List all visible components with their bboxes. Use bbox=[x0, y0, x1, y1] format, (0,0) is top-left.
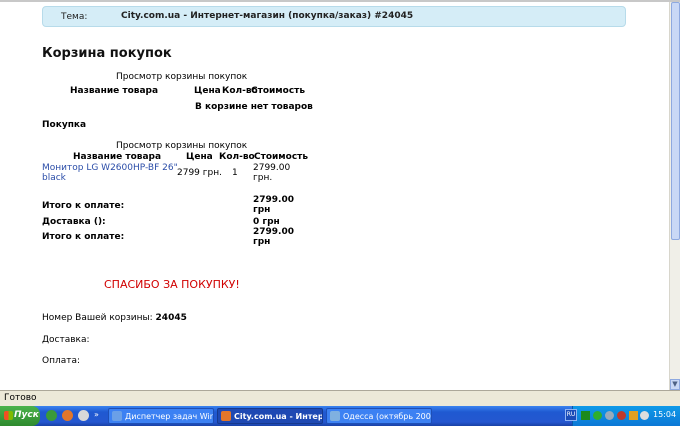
product-cost: 2799.00 грн. bbox=[253, 163, 290, 183]
quicklaunch-expand-icon[interactable]: » bbox=[94, 410, 99, 419]
cart1-header-cost: Стоимость bbox=[251, 86, 306, 96]
product-name-line1: Монитор LG W2600HP-BF 26" bbox=[42, 163, 178, 173]
taskbar-item-browser[interactable]: City.com.ua - Интерн... bbox=[217, 408, 323, 424]
taskbar-item-label: City.com.ua - Интерн... bbox=[234, 412, 322, 421]
scrollbar-thumb[interactable] bbox=[671, 2, 680, 240]
tray-app-icon[interactable] bbox=[581, 411, 590, 420]
section-label-purchase: Покупка bbox=[42, 120, 87, 130]
status-text: Готово bbox=[4, 393, 37, 403]
total-value-1-line1: 2799.00 bbox=[253, 195, 294, 205]
status-bar: Готово bbox=[0, 390, 680, 406]
vertical-scrollbar[interactable]: ▼ bbox=[669, 2, 680, 390]
taskbar-item-task-manager[interactable]: Диспетчер задач Wind... bbox=[108, 408, 214, 424]
cart2-header-price: Цена bbox=[186, 152, 213, 162]
subject-label: Тема: bbox=[61, 12, 88, 22]
email-content-area: Тема: City.com.ua - Интернет-магазин (по… bbox=[0, 2, 669, 390]
tray-volume-icon[interactable] bbox=[605, 411, 614, 420]
order-number-row: Номер Вашей корзины: 24045 bbox=[42, 313, 187, 323]
product-qty: 1 bbox=[232, 168, 238, 178]
product-link[interactable]: Монитор LG W2600HP-BF 26" black bbox=[42, 163, 178, 183]
start-button-label: Пуск bbox=[14, 410, 39, 420]
delivery-total-value: 0 грн bbox=[253, 217, 280, 227]
quicklaunch-app-icon[interactable] bbox=[78, 410, 89, 421]
tray-security-icon[interactable] bbox=[629, 411, 638, 420]
total-value-1: 2799.00 грн bbox=[253, 195, 294, 215]
payment-label: Оплата: bbox=[42, 356, 81, 366]
cart2-header-qty: Кол-во bbox=[219, 152, 255, 162]
product-price: 2799 грн. bbox=[177, 168, 222, 178]
thank-you-message: СПАСИБО ЗА ПОКУПКУ! bbox=[104, 278, 240, 291]
cart2-header-cost: Стоимость bbox=[254, 152, 309, 162]
language-indicator[interactable]: RU bbox=[565, 409, 577, 421]
product-cost-line1: 2799.00 bbox=[253, 163, 291, 173]
page-title: Корзина покупок bbox=[42, 46, 172, 61]
system-tray: RU 15:04 bbox=[565, 406, 680, 426]
clock: 15:04 bbox=[653, 410, 677, 419]
delivery-total-label: Доставка (): bbox=[42, 217, 106, 227]
quicklaunch-desktop-icon[interactable] bbox=[46, 410, 57, 421]
windows-taskbar: Пуск » Диспетчер задач Wind... City.com.… bbox=[0, 406, 680, 426]
firefox-icon bbox=[221, 411, 231, 421]
folder-icon bbox=[330, 411, 340, 421]
email-subject-header: Тема: City.com.ua - Интернет-магазин (по… bbox=[42, 6, 626, 27]
cart1-header-price: Цена bbox=[194, 86, 221, 96]
cart2-caption: Просмотр корзины покупок bbox=[116, 141, 248, 151]
scroll-down-arrow-icon[interactable]: ▼ bbox=[670, 379, 680, 390]
delivery-label: Доставка: bbox=[42, 335, 90, 345]
tray-antivirus-icon[interactable] bbox=[617, 411, 626, 420]
taskbar-item-odessa[interactable]: Одесса (октябрь 2008) ... bbox=[326, 408, 432, 424]
product-name-line2: black bbox=[42, 173, 66, 183]
taskbar-item-label: Диспетчер задач Wind... bbox=[125, 412, 214, 421]
total-value-2: 2799.00 грн bbox=[253, 227, 294, 247]
tray-network-icon[interactable] bbox=[593, 411, 602, 420]
start-button[interactable]: Пуск bbox=[0, 406, 40, 426]
cart1-caption: Просмотр корзины покупок bbox=[116, 72, 248, 82]
quicklaunch-firefox-icon[interactable] bbox=[62, 410, 73, 421]
total-value-1-line2: грн bbox=[253, 205, 271, 215]
cart1-header-name: Название товара bbox=[70, 86, 159, 96]
subject-text: City.com.ua - Интернет-магазин (покупка/… bbox=[121, 11, 414, 21]
cart2-header-name: Название товара bbox=[73, 152, 162, 162]
total-label-2: Итого к оплате: bbox=[42, 232, 125, 242]
total-label-1: Итого к оплате: bbox=[42, 201, 125, 211]
total-value-2-line2: грн bbox=[253, 237, 271, 247]
taskbar-item-label: Одесса (октябрь 2008) ... bbox=[343, 412, 431, 421]
product-cost-line2: грн. bbox=[253, 173, 273, 183]
task-manager-icon bbox=[112, 411, 122, 421]
order-number-value: 24045 bbox=[155, 313, 187, 323]
cart1-empty-message: В корзине нет товаров bbox=[195, 102, 313, 112]
windows-logo-icon bbox=[4, 411, 13, 420]
total-value-2-line1: 2799.00 bbox=[253, 227, 294, 237]
tray-update-icon[interactable] bbox=[640, 411, 649, 420]
order-number-label: Номер Вашей корзины: bbox=[42, 313, 153, 323]
